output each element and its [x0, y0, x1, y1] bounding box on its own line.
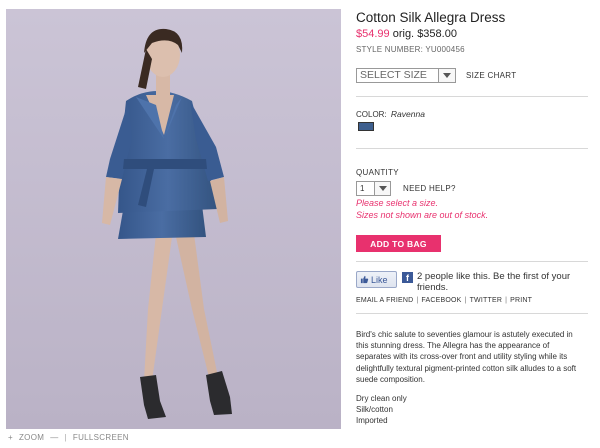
out-of-stock-message: Sizes not shown are out of stock. [356, 210, 489, 220]
select-size-message: Please select a size. [356, 198, 439, 208]
quantity-select[interactable]: 1 [356, 181, 391, 196]
print-link[interactable]: PRINT [510, 297, 532, 304]
product-title: Cotton Silk Allegra Dress [356, 10, 506, 25]
email-friend-link[interactable]: EMAIL A FRIEND [356, 297, 413, 304]
divider [356, 261, 588, 262]
size-dropdown-button[interactable] [438, 69, 455, 82]
price-row: $54.99 orig. $358.00 [356, 28, 588, 40]
fullscreen-link[interactable]: FULLSCREEN [73, 433, 129, 442]
size-chart-link[interactable]: SIZE CHART [466, 71, 516, 80]
chevron-down-icon [378, 186, 387, 191]
link-separator: | [464, 297, 467, 304]
orig-price: $358.00 [417, 28, 457, 40]
quantity-label: QUANTITY [356, 168, 399, 177]
image-controls: + ZOOM — | FULLSCREEN [8, 433, 129, 442]
color-label: COLOR: Ravenna [356, 109, 425, 119]
divider [356, 148, 588, 149]
orig-label: orig. [392, 28, 415, 40]
sale-price: $54.99 [356, 28, 390, 40]
like-button[interactable]: Like [356, 271, 397, 288]
model-illustration [6, 9, 341, 429]
add-to-bag-button[interactable]: ADD TO BAG [356, 235, 441, 252]
facebook-link[interactable]: FACEBOOK [421, 297, 461, 304]
divider [356, 313, 588, 314]
size-select-value: SELECT SIZE [360, 69, 427, 81]
share-links: EMAIL A FRIEND | FACEBOOK | TWITTER | PR… [356, 297, 532, 304]
size-select[interactable]: SELECT SIZE [356, 68, 456, 83]
zoom-out-icon[interactable]: — [50, 433, 58, 442]
link-separator: | [416, 297, 419, 304]
quantity-row: 1 NEED HELP? [356, 181, 456, 196]
size-row: SELECT SIZE SIZE CHART [356, 68, 516, 83]
like-count-text: 2 people like this. Be the first of your… [417, 271, 571, 293]
zoom-in-icon[interactable]: + [8, 433, 13, 442]
color-swatch-ravenna[interactable] [358, 122, 374, 131]
product-photo[interactable] [6, 9, 341, 429]
control-divider: | [64, 433, 67, 442]
chevron-down-icon [443, 73, 451, 78]
product-details: Dry clean only Silk/cotton Imported [356, 393, 407, 426]
need-help-link[interactable]: NEED HELP? [403, 184, 456, 193]
facebook-icon: f [402, 272, 413, 283]
zoom-label[interactable]: ZOOM [19, 433, 44, 442]
quantity-value: 1 [360, 184, 365, 193]
product-info: Cotton Silk Allegra Dress $54.99 orig. $… [356, 10, 588, 425]
like-button-label: Like [371, 274, 388, 285]
detail-line: Silk/cotton [356, 405, 393, 414]
quantity-dropdown-button[interactable] [374, 182, 390, 195]
style-number: STYLE NUMBER: YU000456 [356, 45, 465, 54]
twitter-link[interactable]: TWITTER [470, 297, 503, 304]
detail-line: Dry clean only [356, 394, 407, 403]
product-description: Bird's chic salute to seventies glamour … [356, 330, 577, 384]
divider [356, 96, 588, 97]
facebook-like-row: Like f 2 people like this. Be the first … [356, 271, 585, 293]
color-name: Ravenna [390, 109, 425, 119]
detail-line: Imported [356, 416, 388, 425]
link-separator: | [505, 297, 508, 304]
color-label-text: COLOR: [356, 110, 387, 119]
thumbs-up-icon [360, 275, 369, 284]
